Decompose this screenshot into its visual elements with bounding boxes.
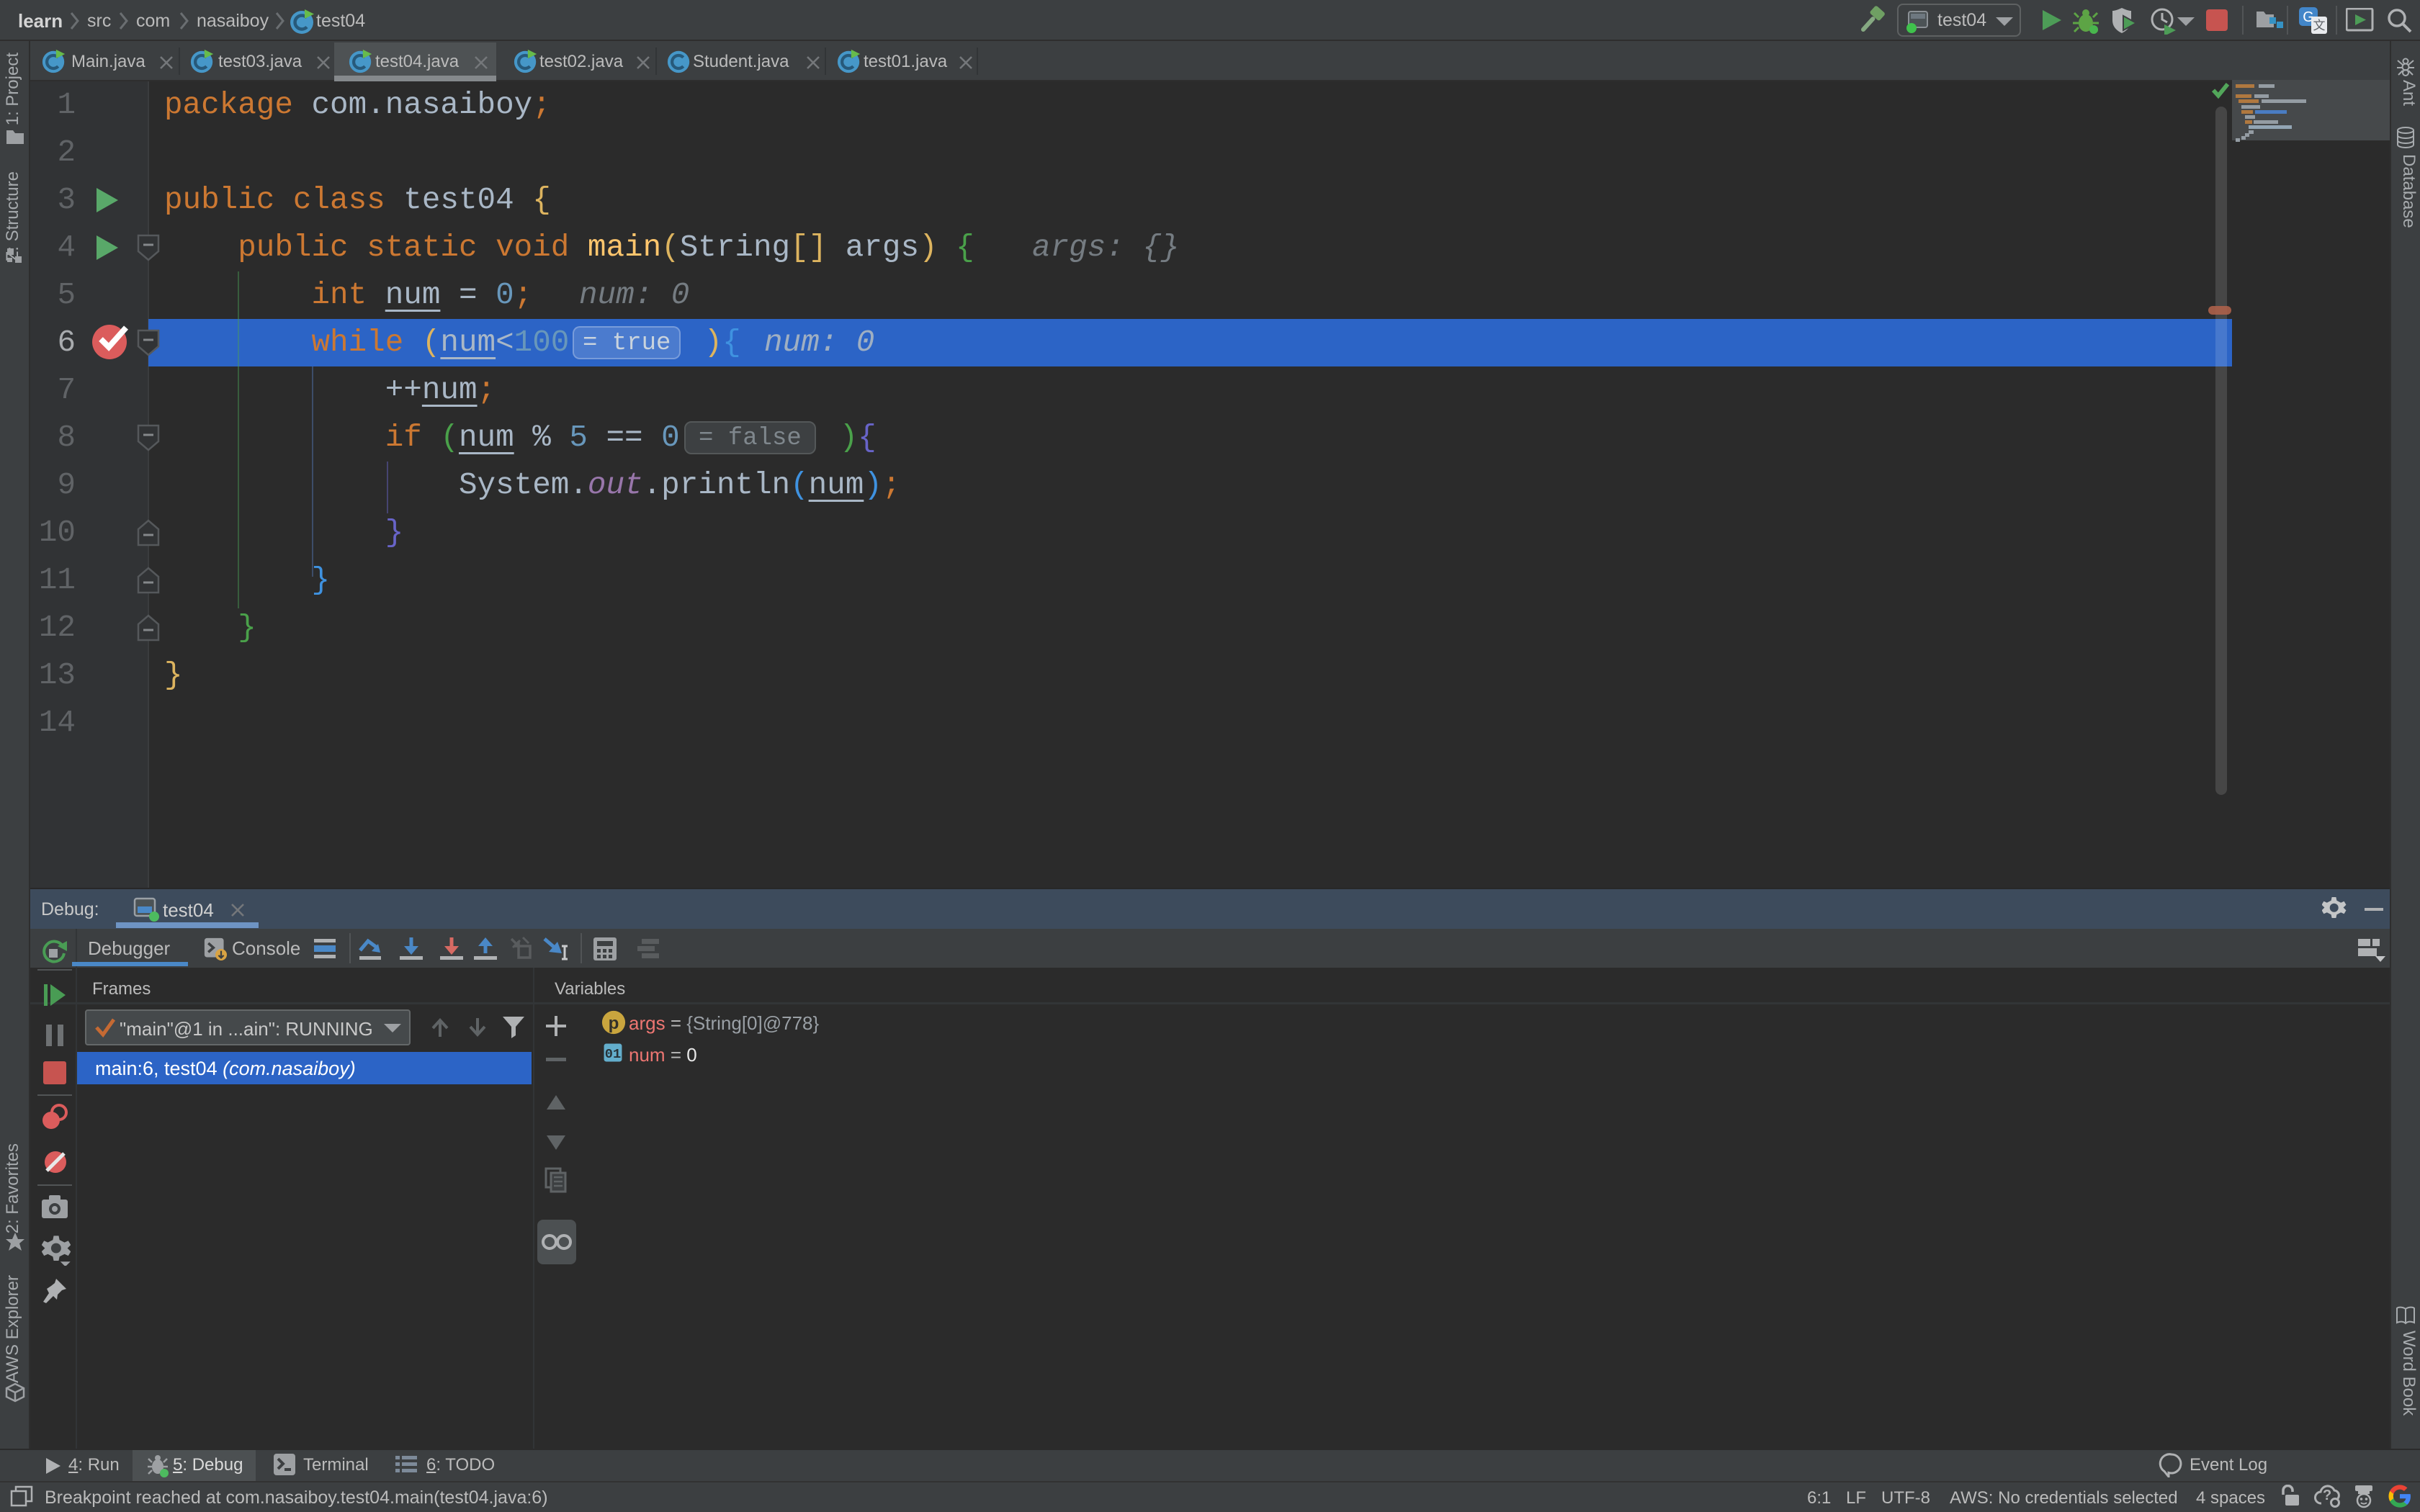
svg-text:文: 文 [2313,19,2326,32]
svg-text:p: p [609,1014,619,1033]
svg-text:01: 01 [605,1046,621,1062]
svg-text:?: ? [2323,1488,2331,1503]
